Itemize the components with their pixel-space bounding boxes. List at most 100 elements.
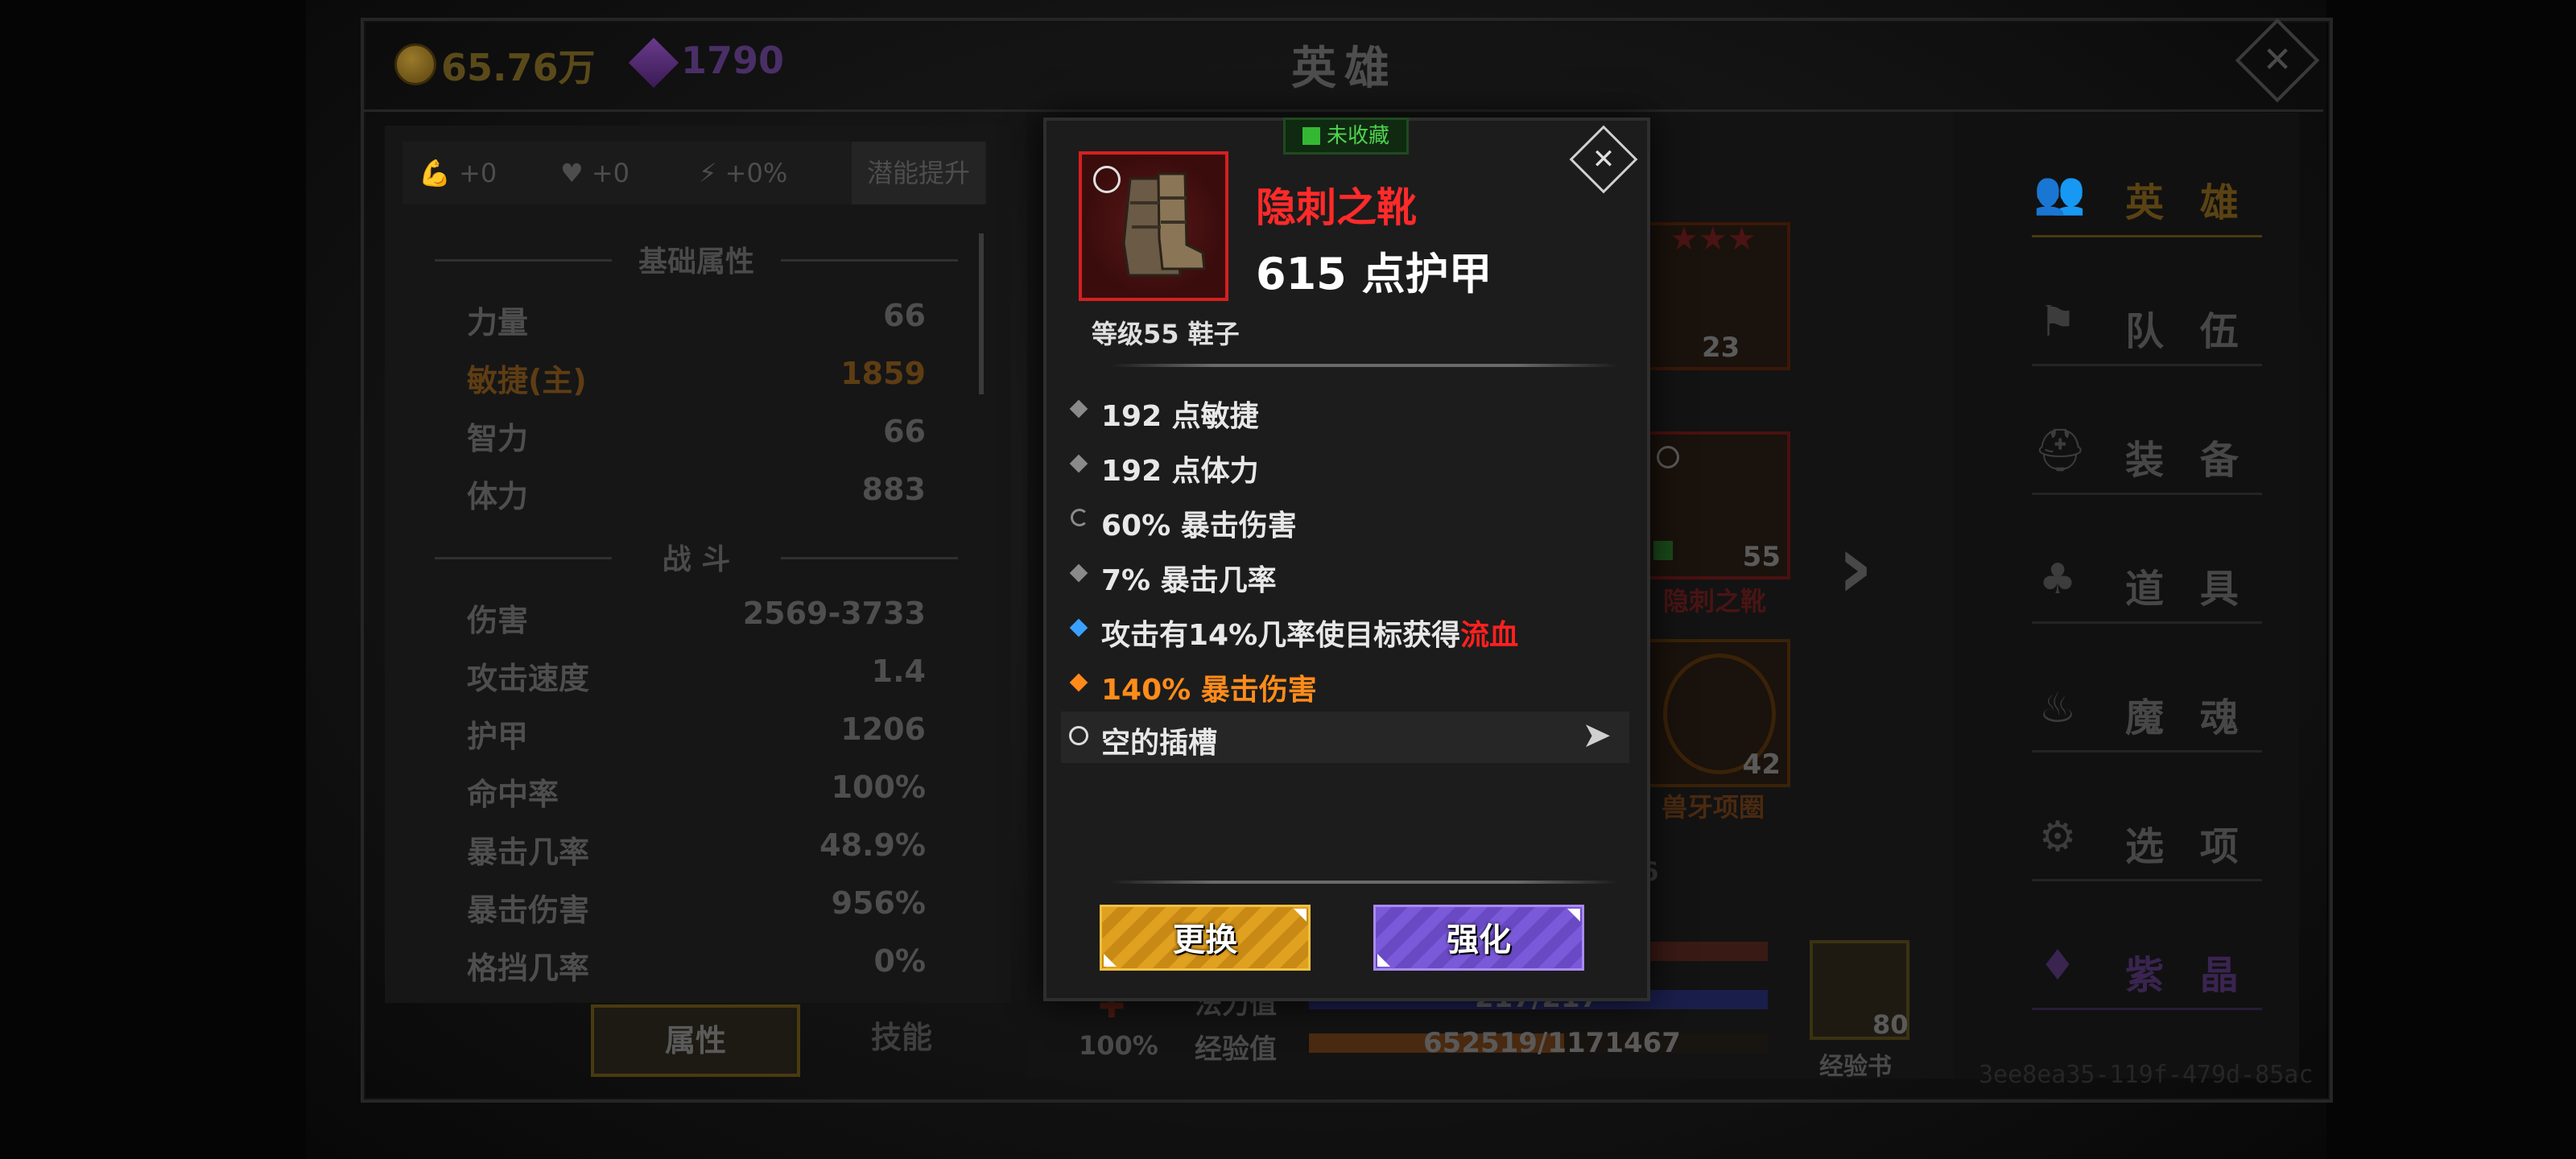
corner-mark	[1104, 954, 1117, 967]
property-text: 攻击有14%几率使目标获得流血	[1101, 612, 1518, 654]
stat-label: 伤害	[467, 603, 529, 638]
nav-underline	[2032, 493, 2262, 495]
stat-value: 66	[883, 414, 926, 449]
bag-icon: ♣	[2038, 555, 2077, 604]
nav-label: 选 项	[2125, 824, 2250, 869]
stat-label: 智力	[467, 421, 529, 456]
potential-bar: 💪 +0 ♥ +0 ⚡ +0% 潜能提升	[402, 142, 987, 204]
stat-value: 48.9%	[819, 827, 926, 863]
item-level-type: 等级55 鞋子	[1092, 319, 1240, 349]
socket-text: 空的插槽	[1101, 727, 1218, 760]
diamond-icon	[1069, 563, 1088, 583]
nav-hero[interactable]: 👥 英 雄	[2021, 146, 2262, 243]
orange-diamond-icon	[1069, 673, 1088, 692]
nav-label: 道 具	[2125, 567, 2250, 612]
heroes-icon: 👥	[2033, 169, 2086, 217]
nav-label: 紫 晶	[2125, 953, 2250, 998]
stat-value: 1.4	[871, 654, 926, 689]
xp-label: 经验值	[1195, 1033, 1277, 1066]
stat-label: 命中率	[467, 777, 559, 812]
nav-amethyst[interactable]: ♦ 紫 晶	[2021, 919, 2262, 1016]
slot-level: 42	[1742, 749, 1781, 781]
chevron-right-icon: ➤	[1582, 715, 1612, 756]
nav-items[interactable]: ♣ 道 具	[2021, 533, 2262, 629]
corner-mark	[1294, 909, 1307, 922]
might-value: +0	[459, 158, 497, 188]
stat-row: 护甲 1206	[467, 711, 926, 760]
stat-label: 格挡几率	[467, 951, 590, 986]
stat-label: 力量	[467, 305, 529, 340]
enhance-label: 强化	[1447, 922, 1511, 959]
stat-row: 敏捷(主) 1859	[467, 356, 926, 404]
potion-percent: 100%	[1079, 1030, 1158, 1061]
stat-row: 力量 66	[467, 298, 926, 346]
nav-soul[interactable]: ♨ 魔 魂	[2021, 662, 2262, 758]
item-armor: 615 点护甲	[1256, 249, 1492, 299]
nav-label: 队 伍	[2125, 309, 2250, 354]
collect-label: 未收藏	[1326, 124, 1389, 148]
empty-socket-row[interactable]: 空的插槽 ➤	[1061, 711, 1629, 763]
stat-label: 暴击伤害	[467, 893, 590, 928]
stat-row: 攻击速度 1.4	[467, 654, 926, 702]
basic-section-title: 基础属性	[435, 238, 958, 280]
collect-tag[interactable]: 未收藏	[1283, 118, 1409, 155]
lightning-icon: ⚡	[699, 158, 717, 188]
close-icon: ✕	[2262, 39, 2293, 80]
nav-options[interactable]: ⚙ 选 项	[2021, 790, 2262, 887]
book-icon	[1302, 127, 1320, 145]
nav-label: 魔 魂	[2125, 695, 2250, 740]
stat-row: 命中率 100%	[467, 769, 926, 818]
book-icon	[1653, 541, 1673, 560]
slot-level: 55	[1742, 541, 1781, 573]
stat-label: 暴击几率	[467, 835, 590, 870]
equipment-slot[interactable]: ★★★ 23	[1642, 221, 1790, 370]
arm-icon: 💪	[419, 158, 451, 188]
build-id: 3ee8ea35-119f-479d-85ac	[1979, 1061, 2314, 1089]
property-text: 140% 暴击伤害	[1101, 674, 1317, 707]
divider	[1111, 881, 1618, 884]
diamond-icon	[1069, 399, 1088, 419]
life-stat: ♥ +0	[560, 142, 630, 204]
enhance-button[interactable]: 强化	[1373, 905, 1584, 971]
property-text: 192 点体力	[1101, 455, 1259, 488]
nav-underline	[2032, 235, 2262, 237]
tab-skills[interactable]: 技能	[837, 1004, 966, 1070]
xp-book-count: 80	[1872, 1009, 1909, 1040]
replace-label: 更换	[1173, 922, 1237, 959]
xp-value: 652519/1171467	[1423, 1027, 1681, 1059]
socket-icon	[1657, 446, 1679, 468]
diamond-icon	[1069, 454, 1088, 473]
nav-team[interactable]: ⚑ 队 伍	[2021, 275, 2262, 372]
equipment-slot-necklace[interactable]: 42	[1642, 639, 1790, 787]
stats-scrollbar[interactable]	[979, 233, 984, 394]
flame-icon: ♨	[2038, 684, 2077, 732]
xp-book-label: 经验书	[1819, 1053, 1892, 1081]
item-property: 192 点体力	[1061, 439, 1629, 491]
blue-diamond-icon	[1069, 618, 1088, 637]
special-keyword: 流血	[1460, 619, 1519, 652]
nav-label: 英 雄	[2125, 180, 2250, 225]
socket-icon	[1093, 166, 1121, 193]
tab-attributes[interactable]: 属性	[591, 1004, 800, 1077]
screen-title: 英雄	[1291, 43, 1397, 95]
replace-button[interactable]: 更换	[1100, 905, 1311, 971]
slot-name: 兽牙项圈	[1662, 792, 1765, 823]
flag-icon: ⚑	[2038, 298, 2077, 346]
might-stat: 💪 +0	[419, 142, 497, 204]
stat-label: 体力	[467, 479, 529, 514]
stat-row: 暴击几率 48.9%	[467, 827, 926, 876]
item-property: 7% 暴击几率	[1061, 549, 1629, 600]
nav-equipment[interactable]: ⛑ 装 备	[2021, 404, 2262, 501]
special-prefix: 攻击有14%几率使目标获得	[1101, 619, 1461, 652]
stat-row: 格挡几率 0%	[467, 943, 926, 992]
stat-value: 0%	[873, 943, 926, 979]
property-text: 7% 暴击几率	[1101, 564, 1277, 597]
next-arrow-icon[interactable]: ›	[1837, 515, 1873, 618]
potential-button[interactable]: 潜能提升	[852, 142, 985, 204]
helmet-icon: ⛑	[2033, 427, 2087, 475]
equipment-slot-boots[interactable]: 55	[1642, 431, 1790, 580]
divider	[1111, 364, 1618, 367]
stat-value: 2569-3733	[742, 596, 926, 631]
item-property: 60% 暴击伤害	[1061, 494, 1629, 546]
corner-mark	[1567, 909, 1580, 922]
